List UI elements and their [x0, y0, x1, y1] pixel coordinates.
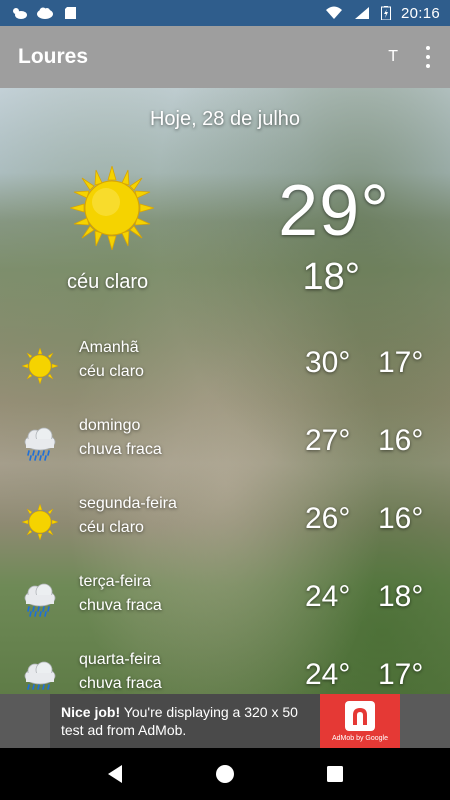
- temperature-unit-button[interactable]: T: [388, 48, 398, 66]
- recents-icon[interactable]: [323, 762, 347, 786]
- status-right-icons: 20:16: [325, 5, 440, 22]
- forecast-max-temp: 24°: [305, 658, 351, 691]
- forecast-min-temp: 16°: [378, 502, 424, 535]
- forecast-day: terça-feira: [79, 573, 152, 590]
- forecast-condition: chuva fraca: [79, 675, 162, 692]
- cloud-sun-icon: [13, 8, 27, 19]
- forecast-max-temp: 27°: [305, 424, 351, 457]
- forecast-row[interactable]: Amanhã céu claro 30° 17°: [0, 336, 450, 414]
- forecast-condition: chuva fraca: [79, 597, 162, 614]
- forecast-condition: chuva fraca: [79, 441, 162, 458]
- forecast-list: Amanhã céu claro 30° 17° domingo chuva f…: [0, 336, 450, 694]
- more-vert-icon[interactable]: [424, 46, 432, 68]
- forecast-condition: céu claro: [79, 519, 144, 536]
- ad-text: Nice job! You're displaying a 320 x 50 t…: [50, 703, 320, 739]
- forecast-max-temp: 26°: [305, 502, 351, 535]
- today-date-label: Hoje, 28 de julho: [149, 108, 301, 130]
- battery-charging-icon: [380, 6, 391, 20]
- forecast-row[interactable]: quarta-feira chuva fraca 24° 17°: [0, 648, 450, 694]
- forecast-min-temp: 17°: [378, 346, 424, 379]
- forecast-condition: céu claro: [79, 363, 144, 380]
- ad-container: Nice job! You're displaying a 320 x 50 t…: [0, 694, 450, 748]
- current-temperature: 29°: [278, 171, 390, 251]
- admob-badge-text: AdMob by Google: [331, 734, 389, 742]
- weather-background: Hoje, 28 de julho 29° 18° céu claro Aman…: [0, 88, 450, 694]
- rain-cloud-icon: [24, 583, 56, 617]
- forecast-min-temp: 16°: [378, 424, 424, 457]
- signal-icon: [354, 7, 369, 19]
- status-left-icons: [10, 6, 80, 20]
- forecast-row[interactable]: domingo chuva fraca 27° 16°: [0, 414, 450, 492]
- today-min-temperature: 18°: [302, 256, 360, 298]
- forecast-row[interactable]: terça-feira chuva fraca 24° 18°: [0, 570, 450, 648]
- forecast-row[interactable]: segunda-feira céu claro 26° 16°: [0, 492, 450, 570]
- navigation-bar: [0, 748, 450, 800]
- rain-cloud-icon: [24, 661, 56, 690]
- forecast-day: domingo: [79, 417, 141, 434]
- rain-cloud-icon: [24, 427, 56, 461]
- sun-icon: [22, 504, 58, 540]
- back-icon[interactable]: [103, 762, 127, 786]
- admob-logo-icon: [345, 700, 375, 731]
- location-title: Loures: [18, 45, 89, 68]
- ad-headline: Nice job!: [61, 704, 121, 720]
- forecast-day: Amanhã: [79, 339, 139, 356]
- forecast-max-temp: 24°: [305, 580, 351, 613]
- sun-icon: [22, 348, 58, 384]
- forecast-day: quarta-feira: [79, 651, 161, 668]
- forecast-min-temp: 17°: [378, 658, 424, 691]
- status-time: 20:16: [400, 4, 440, 22]
- cloud-icon: [37, 7, 53, 19]
- status-bar: 20:16: [0, 0, 450, 26]
- current-condition: céu claro: [67, 271, 149, 293]
- sun-icon: [70, 166, 154, 250]
- home-icon[interactable]: [213, 762, 237, 786]
- wifi-icon: [325, 6, 342, 19]
- forecast-max-temp: 30°: [305, 346, 351, 379]
- action-bar-actions: T: [388, 46, 432, 68]
- ad-banner[interactable]: Nice job! You're displaying a 320 x 50 t…: [50, 694, 400, 748]
- forecast-day: segunda-feira: [79, 495, 177, 512]
- sd-card-icon: [65, 7, 76, 19]
- forecast-min-temp: 18°: [378, 580, 424, 613]
- admob-badge: AdMob by Google: [320, 694, 400, 748]
- action-bar: Loures T: [0, 26, 450, 88]
